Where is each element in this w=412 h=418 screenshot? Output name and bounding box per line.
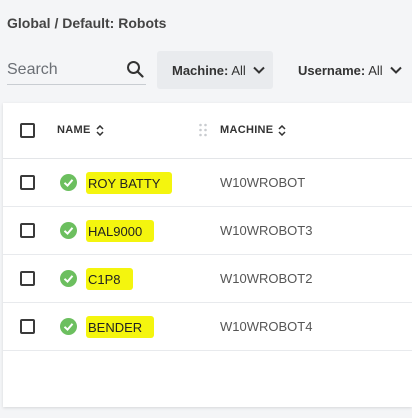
row-checkbox[interactable]: [20, 175, 35, 190]
check-circle-icon: [60, 174, 77, 191]
table-header: NAME MACHINE: [3, 103, 412, 159]
table-row[interactable]: BENDER W10WROBOT4: [3, 303, 412, 351]
chevron-down-icon: [253, 66, 265, 74]
robot-machine: W10WROBOT2: [220, 271, 313, 286]
robot-machine: W10WROBOT: [220, 175, 306, 190]
chevron-down-icon: [389, 66, 402, 74]
table-row[interactable]: HAL9000 W10WROBOT3: [3, 207, 412, 255]
select-all-checkbox[interactable]: [20, 123, 35, 138]
table-row[interactable]: C1P8 W10WROBOT2: [3, 255, 412, 303]
robot-machine: W10WROBOT3: [220, 223, 313, 238]
robot-name[interactable]: C1P8: [86, 268, 133, 290]
row-checkbox[interactable]: [20, 319, 35, 334]
robot-machine: W10WROBOT4: [220, 319, 313, 334]
table-row[interactable]: ROY BATTY W10WROBOT: [3, 159, 412, 207]
machine-filter-button[interactable]: Machine: All: [157, 51, 273, 89]
username-filter-label: Username:: [298, 62, 366, 78]
robot-name[interactable]: HAL9000: [86, 220, 155, 242]
check-circle-icon: [60, 318, 77, 335]
row-checkbox[interactable]: [20, 223, 35, 238]
robots-table: NAME MACHINE ROY BATTY W10WROBOT HAL9000…: [3, 103, 412, 407]
sort-icon: [96, 124, 104, 136]
check-circle-icon: [60, 222, 77, 239]
machine-filter-value: All: [231, 62, 246, 78]
breadcrumb: Global / Default: Robots: [7, 15, 167, 31]
drag-handle-icon[interactable]: [198, 122, 208, 138]
column-header-name-label: NAME: [57, 124, 91, 136]
column-header-machine-label: MACHINE: [220, 124, 274, 136]
robot-name[interactable]: BENDER: [86, 316, 155, 338]
username-filter-value: All: [368, 62, 383, 78]
sort-icon: [278, 124, 286, 136]
search-input[interactable]: [7, 58, 117, 82]
robot-name[interactable]: ROY BATTY: [86, 172, 173, 194]
row-checkbox[interactable]: [20, 271, 35, 286]
column-header-machine[interactable]: MACHINE: [220, 124, 286, 136]
column-header-name[interactable]: NAME: [57, 124, 104, 136]
username-filter-button[interactable]: Username: All: [284, 51, 412, 89]
check-circle-icon: [60, 270, 77, 287]
machine-filter-label: Machine:: [172, 62, 229, 78]
search-box: [7, 54, 146, 85]
search-icon[interactable]: [126, 60, 144, 78]
